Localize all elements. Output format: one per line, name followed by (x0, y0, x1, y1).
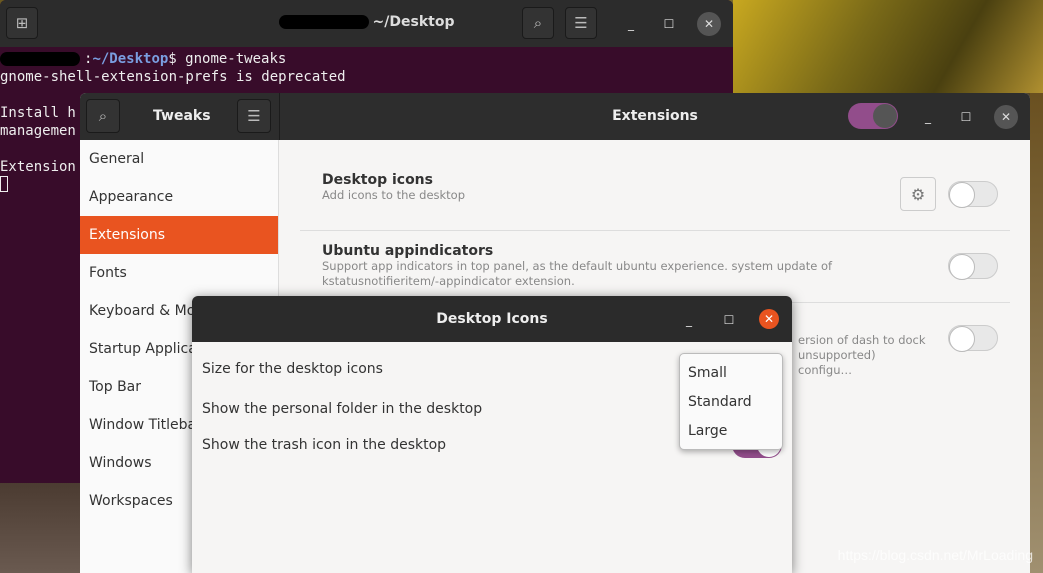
maximize-icon[interactable]: ☐ (657, 12, 681, 36)
search-icon[interactable]: ⌕ (86, 99, 120, 133)
extension-toggle[interactable] (948, 253, 998, 280)
cursor (0, 176, 8, 192)
icon-size-label: Size for the desktop icons (202, 361, 383, 377)
redacted (0, 52, 80, 66)
wallpaper (1030, 93, 1043, 573)
maximize-icon[interactable]: ☐ (717, 308, 741, 332)
menu-item-standard[interactable]: Standard (680, 389, 782, 418)
search-icon[interactable]: ⌕ (522, 7, 554, 39)
dialog-title: Desktop Icons (436, 311, 548, 327)
extension-row: Ubuntu appindicators Support app indicat… (300, 231, 1010, 303)
menu-item-large[interactable]: Large (680, 418, 782, 447)
maximize-icon[interactable]: ☐ (954, 105, 978, 129)
close-icon[interactable]: ✕ (994, 105, 1018, 129)
sidebar-item-fonts[interactable]: Fonts (80, 254, 278, 292)
personal-folder-label: Show the personal folder in the desktop (202, 401, 483, 417)
minimize-icon[interactable]: _ (619, 12, 643, 36)
tweaks-titlebar: ⌕ Tweaks ☰ Extensions _ ☐ ✕ (80, 93, 1030, 140)
redacted (278, 15, 369, 29)
wallpaper (733, 0, 1043, 93)
extensions-master-toggle[interactable] (848, 103, 898, 129)
watermark: https://blog.csdn.net/MrLoading (837, 547, 1033, 563)
trash-icon-label: Show the trash icon in the desktop (202, 437, 447, 453)
sidebar-item-appearance[interactable]: Appearance (80, 178, 278, 216)
settings-gear-icon[interactable]: ⚙ (900, 177, 936, 211)
wallpaper (0, 480, 80, 573)
close-icon[interactable]: ✕ (697, 12, 721, 36)
extension-toggle[interactable] (948, 325, 998, 352)
minimize-icon[interactable]: _ (677, 308, 701, 332)
menu-icon[interactable]: ☰ (237, 99, 271, 133)
sidebar-item-extensions[interactable]: Extensions (80, 216, 278, 254)
sidebar-item-general[interactable]: General (80, 140, 278, 178)
dialog-titlebar: Desktop Icons _ ☐ ✕ (192, 296, 792, 342)
icon-size-dropdown-menu: Small Standard Large (679, 353, 783, 450)
extension-row: Desktop icons Add icons to the desktop ⚙ (300, 140, 1010, 231)
menu-icon[interactable]: ☰ (565, 7, 597, 39)
minimize-icon[interactable]: _ (916, 105, 940, 129)
extension-toggle[interactable] (948, 181, 998, 208)
terminal-titlebar: ⊞ ~/Desktop ⌕ ☰ _ ☐ ✕ (0, 0, 733, 47)
app-title: Tweaks (153, 108, 211, 124)
menu-item-small[interactable]: Small (680, 360, 782, 389)
close-icon[interactable]: ✕ (759, 309, 779, 329)
